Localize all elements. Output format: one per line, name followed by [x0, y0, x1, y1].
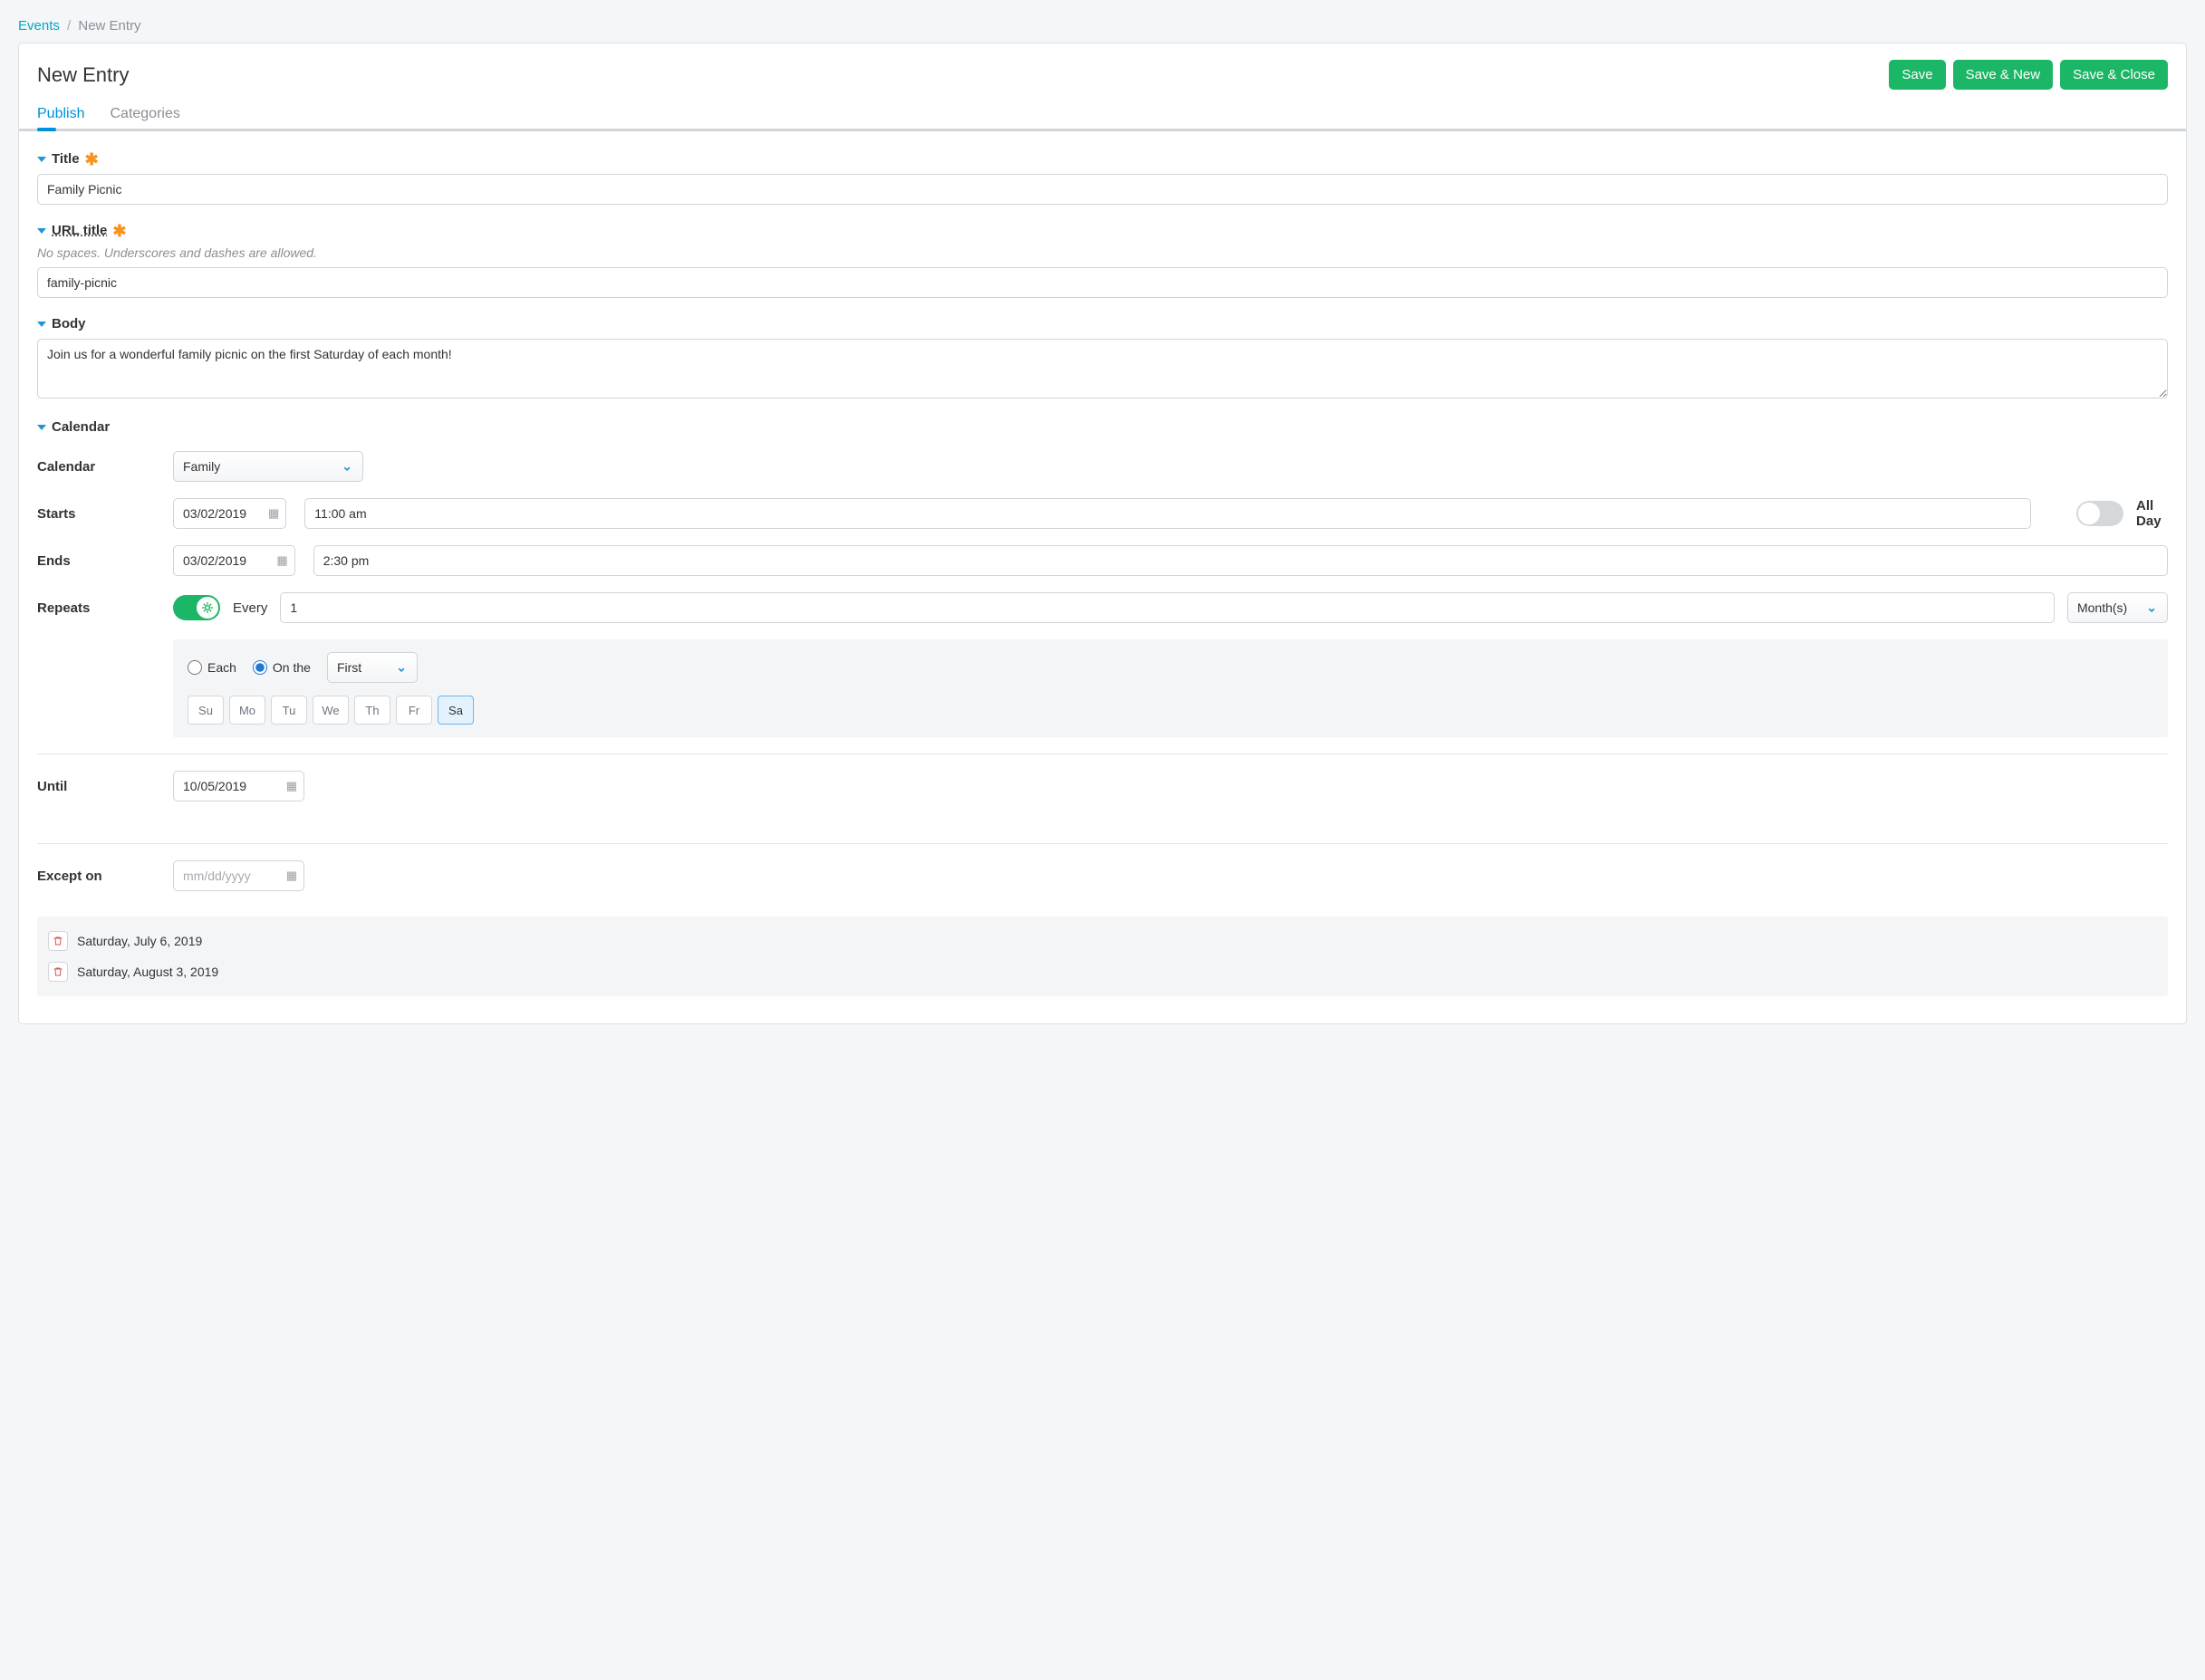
- repeats-toggle[interactable]: [173, 595, 220, 620]
- tab-categories[interactable]: Categories: [110, 106, 179, 131]
- chevron-down-icon: [37, 425, 46, 430]
- title-section-header[interactable]: Title ✱: [37, 151, 2168, 167]
- chevron-down-icon: [37, 228, 46, 234]
- calendar-section-header[interactable]: Calendar: [37, 419, 2168, 435]
- divider: [37, 843, 2168, 844]
- breadcrumb: Events / New Entry: [18, 18, 2187, 34]
- every-unit-select[interactable]: Month(s): [2067, 592, 2168, 623]
- body-label: Body: [52, 316, 86, 331]
- day-button-th[interactable]: Th: [354, 696, 390, 725]
- except-item: Saturday, July 6, 2019: [48, 926, 2157, 956]
- every-label: Every: [233, 600, 267, 616]
- on-the-ordinal-select[interactable]: First: [327, 652, 418, 683]
- on-the-radio-label: On the: [273, 660, 311, 675]
- title-label: Title: [52, 151, 80, 167]
- url-title-label: URL title: [52, 223, 107, 238]
- except-item-label: Saturday, July 6, 2019: [77, 934, 202, 948]
- delete-exception-button[interactable]: [48, 931, 68, 951]
- breadcrumb-separator: /: [67, 18, 71, 34]
- until-date-input[interactable]: [173, 771, 304, 802]
- body-textarea[interactable]: Join us for a wonderful family picnic on…: [37, 339, 2168, 398]
- except-item-label: Saturday, August 3, 2019: [77, 965, 218, 979]
- day-button-we[interactable]: We: [313, 696, 349, 725]
- url-title-input[interactable]: [37, 267, 2168, 298]
- url-help-text: No spaces. Underscores and dashes are al…: [37, 245, 2168, 260]
- ends-date-input[interactable]: [173, 545, 295, 576]
- breadcrumb-current: New Entry: [78, 18, 140, 34]
- day-button-tu[interactable]: Tu: [271, 696, 307, 725]
- all-day-toggle[interactable]: [2076, 501, 2123, 526]
- page-title: New Entry: [37, 63, 129, 87]
- until-label: Until: [37, 779, 173, 794]
- starts-date-input[interactable]: [173, 498, 286, 529]
- ends-label: Ends: [37, 553, 173, 569]
- calendar-field-label: Calendar: [37, 459, 173, 475]
- tab-publish[interactable]: Publish: [37, 106, 84, 131]
- chevron-down-icon: [37, 157, 46, 162]
- calendar-select[interactable]: Family: [173, 451, 363, 482]
- day-button-mo[interactable]: Mo: [229, 696, 265, 725]
- except-on-date-input[interactable]: [173, 860, 304, 891]
- on-the-radio[interactable]: On the: [253, 660, 311, 675]
- ends-time-input[interactable]: [313, 545, 2168, 576]
- except-on-label: Except on: [37, 869, 173, 884]
- day-button-fr[interactable]: Fr: [396, 696, 432, 725]
- starts-label: Starts: [37, 506, 173, 522]
- entry-panel: New Entry Save Save & New Save & Close P…: [18, 43, 2187, 1024]
- day-button-sa[interactable]: Sa: [438, 696, 474, 725]
- repeats-label: Repeats: [37, 600, 173, 616]
- all-day-label: All Day: [2136, 498, 2168, 529]
- day-button-su[interactable]: Su: [188, 696, 224, 725]
- title-input[interactable]: [37, 174, 2168, 205]
- each-radio[interactable]: Each: [188, 660, 236, 675]
- delete-exception-button[interactable]: [48, 962, 68, 982]
- save-and-close-button[interactable]: Save & Close: [2060, 60, 2168, 90]
- calendar-section-label: Calendar: [52, 419, 110, 435]
- save-and-new-button[interactable]: Save & New: [1953, 60, 2054, 90]
- save-button[interactable]: Save: [1889, 60, 1945, 90]
- each-radio-label: Each: [207, 660, 236, 675]
- starts-time-input[interactable]: [304, 498, 2031, 529]
- body-section-header[interactable]: Body: [37, 316, 2168, 331]
- chevron-down-icon: [37, 322, 46, 327]
- url-section-header[interactable]: URL title ✱: [37, 223, 2168, 238]
- every-count-input[interactable]: [280, 592, 2055, 623]
- breadcrumb-events-link[interactable]: Events: [18, 18, 60, 34]
- except-item: Saturday, August 3, 2019: [48, 956, 2157, 987]
